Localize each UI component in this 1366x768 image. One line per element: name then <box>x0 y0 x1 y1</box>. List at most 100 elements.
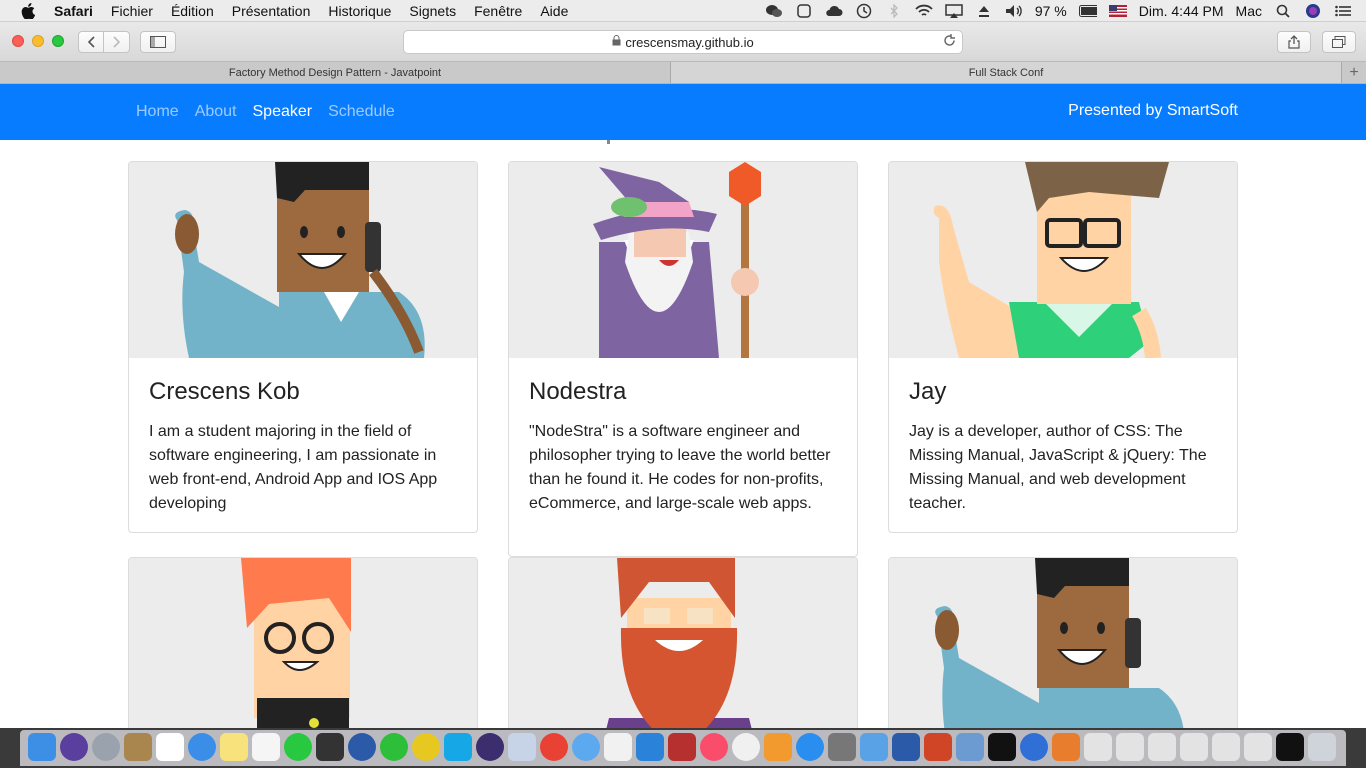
photo-booth-icon[interactable] <box>316 733 344 761</box>
app-store-icon[interactable] <box>796 733 824 761</box>
menu-edition[interactable]: Édition <box>171 3 214 19</box>
window-controls <box>12 35 64 47</box>
intellij-window-icon[interactable] <box>1276 733 1304 761</box>
trash-icon[interactable] <box>1308 733 1336 761</box>
messages-icon[interactable] <box>572 733 600 761</box>
ibooks-icon[interactable] <box>764 733 792 761</box>
speaker-card <box>508 557 858 728</box>
document-thumb-4[interactable] <box>1180 733 1208 761</box>
show-tabs-button[interactable] <box>1322 31 1356 53</box>
document-thumb-6[interactable] <box>1244 733 1272 761</box>
quicktime-icon[interactable] <box>348 733 376 761</box>
whatsapp-icon[interactable] <box>284 733 312 761</box>
menu-app-safari[interactable]: Safari <box>54 3 93 19</box>
speaker-name: Nodestra <box>529 378 627 405</box>
apple-menu-icon[interactable] <box>20 2 36 19</box>
wechat-icon[interactable] <box>380 733 408 761</box>
spotlight-search-icon[interactable] <box>1274 4 1292 18</box>
airplay-icon[interactable] <box>945 3 963 18</box>
speaker-card <box>888 557 1238 728</box>
user-name[interactable]: Mac <box>1236 3 1262 19</box>
notes-icon[interactable] <box>220 733 248 761</box>
bluetooth-icon[interactable] <box>885 3 903 18</box>
speaker-name: Crescens Kob <box>149 378 300 405</box>
vpn-icon[interactable] <box>636 733 664 761</box>
menu-historique[interactable]: Historique <box>328 3 391 19</box>
speaker-avatar-crescens <box>129 162 477 358</box>
nav-about[interactable]: About <box>195 103 237 121</box>
photo-editor-icon[interactable] <box>668 733 696 761</box>
macos-dock <box>0 728 1366 768</box>
share-button[interactable] <box>1277 31 1311 53</box>
nav-schedule[interactable]: Schedule <box>328 103 395 121</box>
xcode-icon[interactable] <box>860 733 888 761</box>
wechat-status-icon[interactable] <box>765 4 783 18</box>
site-navbar: Home About Speaker Schedule Presented by… <box>0 84 1366 140</box>
skype-icon[interactable] <box>444 733 472 761</box>
speaker-card <box>128 557 478 728</box>
preview-dock-icon[interactable] <box>956 733 984 761</box>
siri-dock-icon[interactable] <box>60 733 88 761</box>
menu-signets[interactable]: Signets <box>409 3 456 19</box>
nav-home[interactable]: Home <box>136 103 179 121</box>
document-thumb-3[interactable] <box>1148 733 1176 761</box>
speaker-avatar-redhead <box>129 558 477 728</box>
finder-icon[interactable] <box>28 733 56 761</box>
time-machine-icon[interactable] <box>855 3 873 18</box>
dictionary-icon[interactable] <box>604 733 632 761</box>
us-flag-icon[interactable] <box>1108 4 1127 18</box>
dock-icons <box>28 733 1336 761</box>
tab-javatpoint[interactable]: Factory Method Design Pattern - Javatpoi… <box>0 62 671 83</box>
word-icon[interactable] <box>892 733 920 761</box>
chrome-icon[interactable] <box>540 733 568 761</box>
history-nav <box>78 31 130 53</box>
battery-percent: 97 % <box>1034 2 1067 19</box>
menu-aide[interactable]: Aide <box>540 3 568 19</box>
safari-dock-icon[interactable] <box>188 733 216 761</box>
powerpoint-icon[interactable] <box>924 733 952 761</box>
menu-presentation[interactable]: Présentation <box>232 3 311 19</box>
clock[interactable]: Dim. 4:44 PM <box>1139 3 1224 19</box>
system-preferences-icon[interactable] <box>828 733 856 761</box>
tab-full-stack-conf[interactable]: Full Stack Conf <box>671 62 1342 83</box>
document-thumb-1[interactable] <box>1084 733 1112 761</box>
reload-icon[interactable] <box>943 34 956 50</box>
eclipse-icon[interactable] <box>476 733 504 761</box>
speaker-card: Jay Jay is a developer, author of CSS: T… <box>888 161 1238 533</box>
cloud-status-icon[interactable] <box>825 4 843 18</box>
contacts-icon[interactable] <box>124 733 152 761</box>
intellij-icon[interactable] <box>988 733 1016 761</box>
zoom-window-button[interactable] <box>52 35 64 47</box>
menu-fenetre[interactable]: Fenêtre <box>474 3 522 19</box>
notification-center-icon[interactable] <box>1334 4 1352 18</box>
volume-icon[interactable] <box>1005 4 1023 18</box>
itunes-icon[interactable] <box>700 733 728 761</box>
photos-icon[interactable] <box>732 733 760 761</box>
eject-icon[interactable] <box>975 4 993 18</box>
menu-fichier[interactable]: Fichier <box>111 3 153 19</box>
siri-icon[interactable] <box>1304 3 1322 18</box>
new-tab-icon[interactable]: + <box>1342 62 1366 83</box>
sidebar-toggle-button[interactable] <box>140 31 176 53</box>
reminders-icon[interactable] <box>252 733 280 761</box>
site-nav-links: Home About Speaker Schedule <box>136 84 395 140</box>
back-button[interactable] <box>78 31 104 53</box>
tools-icon[interactable] <box>1052 733 1080 761</box>
notes-status-icon[interactable] <box>795 3 813 18</box>
forward-button[interactable] <box>104 31 130 53</box>
nav-speaker[interactable]: Speaker <box>253 103 313 121</box>
close-window-button[interactable] <box>12 35 24 47</box>
speakers-page: Crescens Kob I am a student majoring in … <box>0 140 1366 728</box>
launchpad-icon[interactable] <box>92 733 120 761</box>
wifi-icon[interactable] <box>915 4 933 18</box>
document-thumb-2[interactable] <box>1116 733 1144 761</box>
preview-icon[interactable] <box>508 733 536 761</box>
battery-icon[interactable] <box>1078 4 1097 18</box>
music-app-icon[interactable] <box>412 733 440 761</box>
document-thumb-5[interactable] <box>1212 733 1240 761</box>
address-bar[interactable]: crescensmay.github.io <box>403 30 963 54</box>
maps-icon[interactable] <box>1020 733 1048 761</box>
calendar-icon[interactable] <box>156 733 184 761</box>
site-brand[interactable]: Presented by SmartSoft <box>1068 102 1238 120</box>
minimize-window-button[interactable] <box>32 35 44 47</box>
